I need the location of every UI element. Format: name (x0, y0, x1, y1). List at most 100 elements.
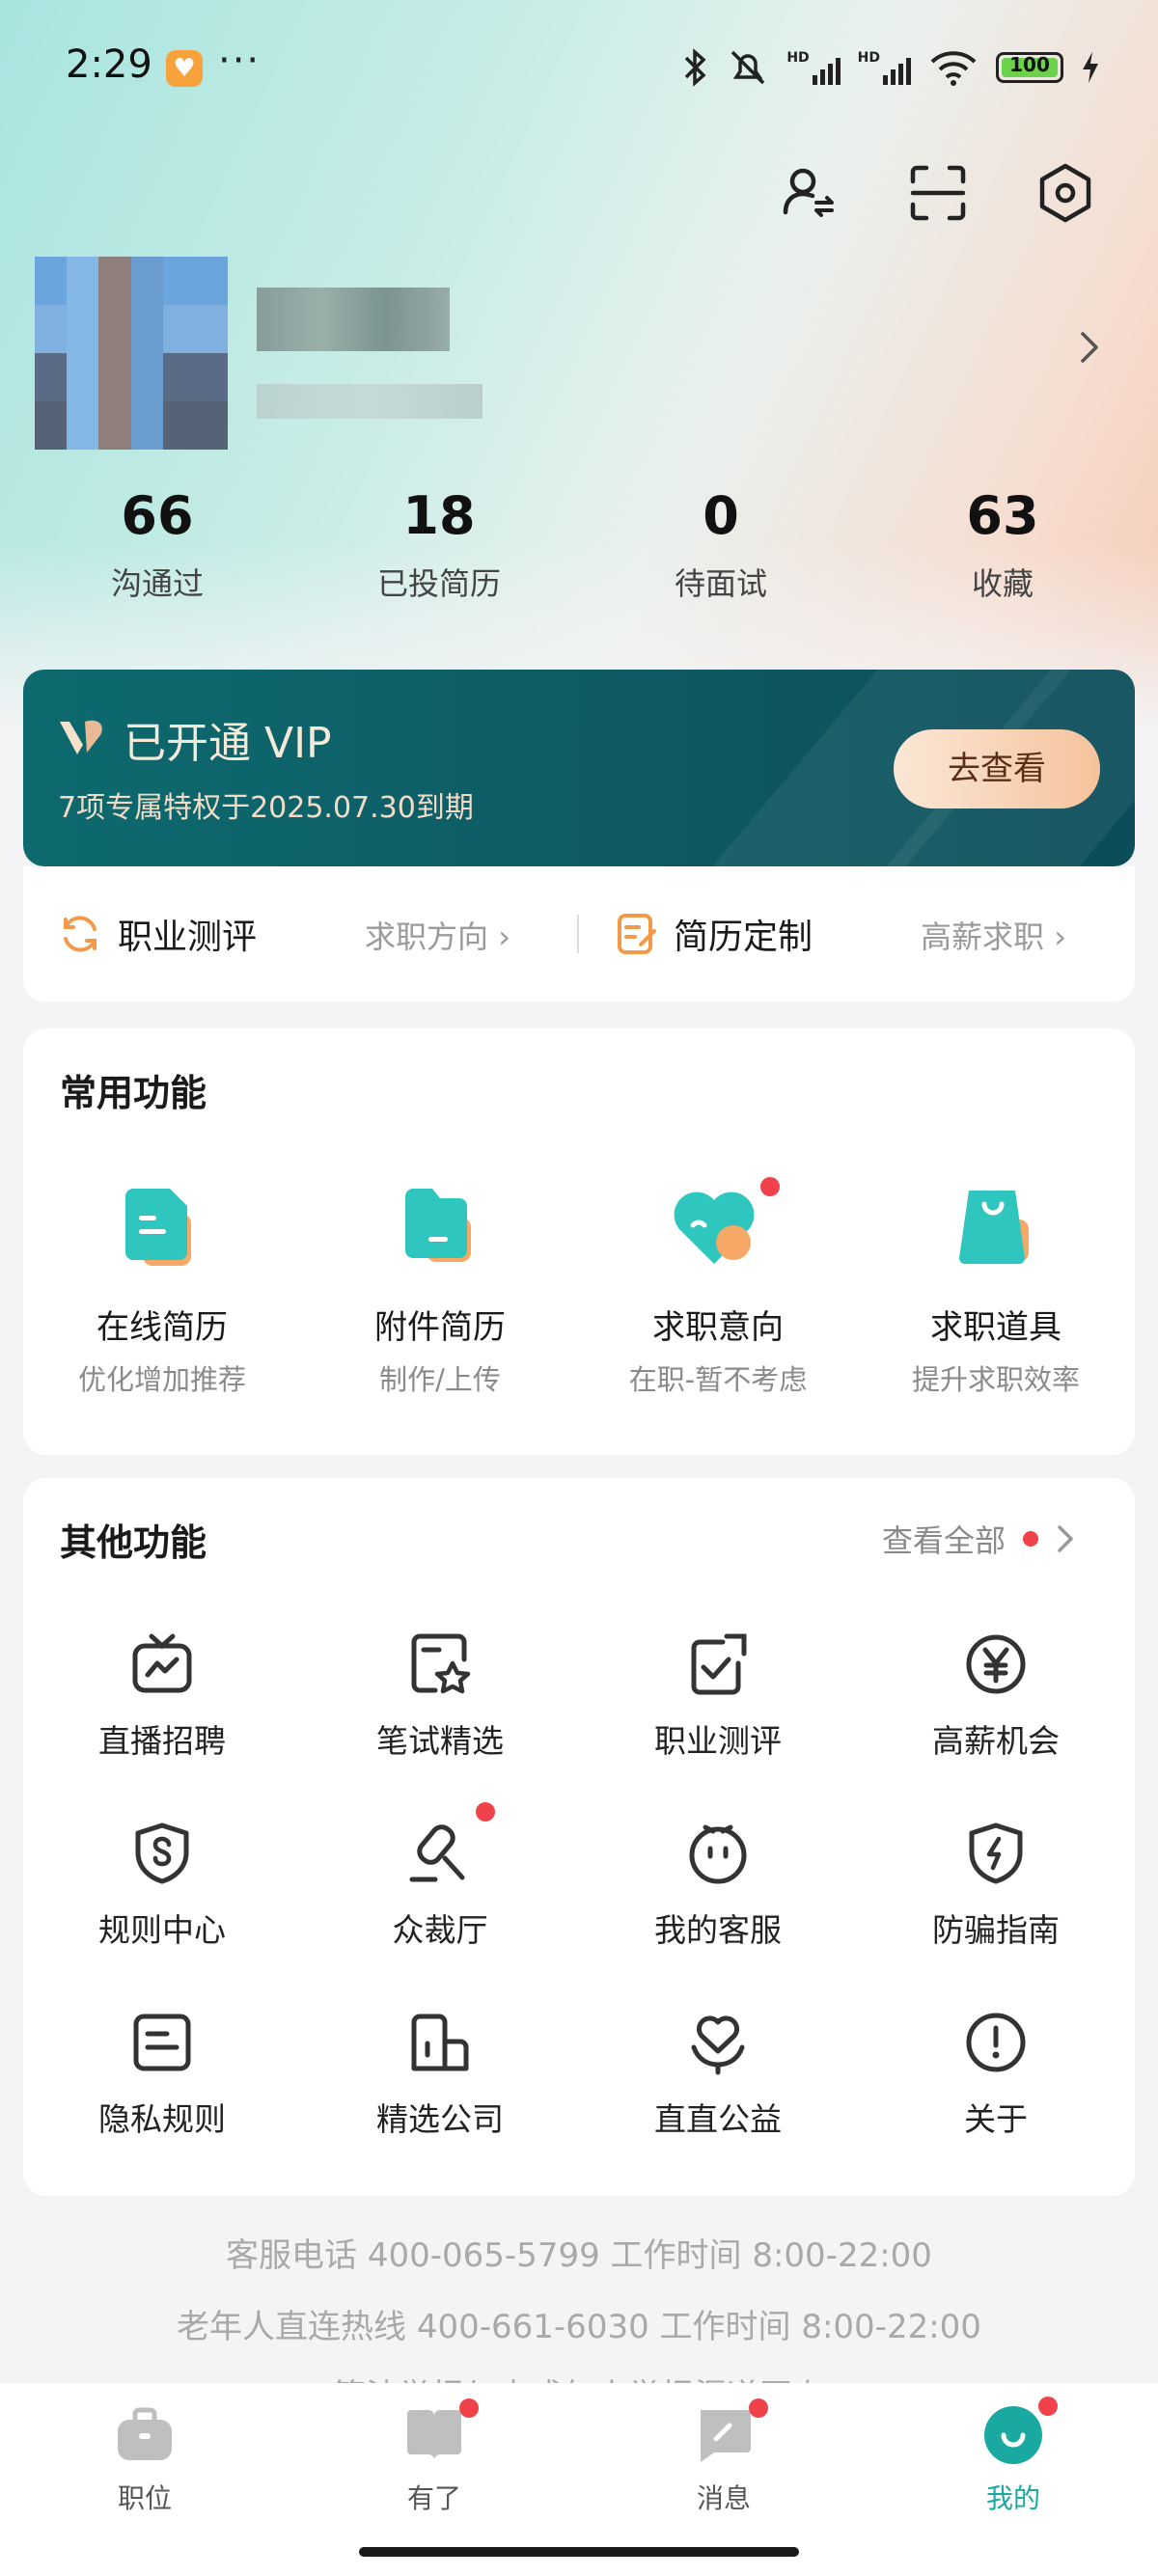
status-time: 2:29 (66, 42, 152, 87)
tab-jobs[interactable]: 职位 (48, 2404, 241, 2516)
vip-view-button[interactable]: 去查看 (894, 729, 1100, 808)
stat-favorites[interactable]: 63 收藏 (862, 482, 1144, 604)
shopping-bag-icon (959, 1191, 1029, 1264)
privacy-rules-item[interactable]: 隐私规则 (23, 2009, 301, 2140)
job-intention-item[interactable]: 求职意向 在职-暂不考虑 (579, 1177, 857, 1398)
customer-service-item[interactable]: 我的客服 (579, 1820, 857, 1951)
item-label: 关于 (964, 2100, 1028, 2138)
chevron-right-icon (1058, 1525, 1073, 1552)
service-face-icon (689, 1824, 747, 1884)
job-tools-item[interactable]: 求职道具 提升求职效率 (857, 1183, 1135, 1398)
item-label: 求职道具 (930, 1308, 1062, 1347)
shield-bolt-icon (969, 1822, 1023, 1884)
elderly-hotline-text: 老年人直连热线 400-661-6030 工作时间 8:00-22:00 (177, 2308, 981, 2346)
quick-link-hint-text: 求职方向 (365, 918, 489, 955)
item-label: 规则中心 (98, 1911, 226, 1949)
quick-link-hint[interactable]: 求职方向 › (365, 913, 510, 957)
stat-interviews[interactable]: 0 待面试 (580, 482, 862, 604)
tab-messages[interactable]: 消息 (627, 2398, 820, 2516)
see-all-label: 查看全部 (881, 1522, 1006, 1559)
quick-link-hint[interactable]: 高薪求职 › (921, 913, 1066, 957)
tab-label: 消息 (696, 2482, 751, 2514)
live-recruit-item[interactable]: 直播招聘 (23, 1631, 301, 1762)
tab-mine[interactable]: 我的 (917, 2397, 1110, 2516)
settings-icon[interactable] (1034, 162, 1096, 224)
stat-applied[interactable]: 18 已投简历 (298, 482, 580, 604)
more-notifications-icon: ··· (218, 39, 262, 83)
online-resume-item[interactable]: 在线简历 优化增加推荐 (23, 1183, 301, 1398)
arbitration-hall-item[interactable]: 众裁厅 (301, 1802, 579, 1951)
about-item[interactable]: 关于 (857, 2009, 1135, 2140)
chevron-right-icon[interactable] (1075, 328, 1104, 367)
star-doc-icon (411, 1633, 471, 1694)
heart-intention-icon (674, 1192, 755, 1264)
battery-percent: 100 (1009, 53, 1050, 76)
vip-title: 已开通 VIP (124, 719, 332, 768)
quick-links: 职业测评 求职方向 › 简历定制 高薪求职 › (23, 866, 1135, 1001)
notification-dot (1023, 1531, 1038, 1547)
item-label: 职业测评 (654, 1722, 782, 1760)
message-icon (701, 2410, 751, 2462)
stat-value: 66 (121, 485, 194, 546)
battery-icon: 100 (996, 52, 1063, 83)
service-phone-text: 客服电话 400-065-5799 工作时间 8:00-22:00 (226, 2236, 932, 2275)
yen-icon (966, 1634, 1026, 1694)
stat-label: 沟通过 (110, 565, 204, 602)
career-test-item[interactable]: 职业测评 (579, 1631, 857, 1762)
vip-banner[interactable]: 已开通 VIP 7项专属特权于2025.07.30到期 去查看 (23, 670, 1135, 866)
notification-dot (476, 1802, 495, 1822)
quick-link-title: 简历定制 (674, 918, 813, 957)
switch-identity-icon[interactable] (778, 162, 840, 224)
book-icon (407, 2410, 461, 2460)
briefcase-icon (118, 2407, 172, 2460)
notification-dot (760, 1177, 780, 1196)
notification-dot (459, 2398, 479, 2418)
profile-subtitle-blurred (257, 384, 482, 419)
scan-icon[interactable] (907, 162, 969, 224)
tab-youle[interactable]: 有了 (338, 2398, 531, 2516)
stat-value: 18 (402, 485, 476, 546)
section-title: 其他功能 (60, 1521, 207, 1564)
item-label: 笔试精选 (376, 1722, 504, 1760)
stat-label: 待面试 (674, 565, 767, 602)
item-label: 高薪机会 (932, 1722, 1060, 1760)
common-functions-card: 常用功能 在线简历 优化增加推荐 附件简历 制作/上传 求职意向 在职-暂不考虑 (23, 1028, 1135, 1455)
tv-icon (132, 1633, 192, 1693)
smile-face-icon (984, 2406, 1042, 2464)
signal-2-icon: HD (858, 50, 911, 85)
featured-company-item[interactable]: 精选公司 (301, 2009, 579, 2140)
item-label: 防骗指南 (932, 1911, 1060, 1949)
home-indicator[interactable] (359, 2547, 799, 2557)
item-subtitle: 制作/上传 (379, 1363, 501, 1396)
charity-item[interactable]: 直直公益 (579, 2009, 857, 2140)
status-icons: HD HD 100 (680, 48, 1100, 87)
profile-name-blurred[interactable] (257, 288, 450, 351)
status-bar: 2:29 ♥ ··· HD HD 100 (0, 0, 1158, 135)
career-assessment-link[interactable]: 职业测评 (58, 866, 257, 1001)
heart-hand-icon (691, 2015, 745, 2075)
item-label: 隐私规则 (98, 2100, 226, 2138)
gavel-icon (409, 1824, 465, 1882)
written-test-item[interactable]: 笔试精选 (301, 1631, 579, 1762)
see-all-link[interactable]: 查看全部 (882, 1517, 1079, 1561)
attachment-resume-item[interactable]: 附件简历 制作/上传 (301, 1183, 579, 1398)
folder-resume-icon (405, 1189, 471, 1262)
edit-doc-icon (618, 914, 656, 954)
item-label: 求职意向 (652, 1308, 784, 1347)
quick-link-title: 职业测评 (118, 918, 258, 957)
vip-logo-icon (60, 720, 102, 754)
avatar[interactable] (35, 257, 228, 450)
rules-center-item[interactable]: 规则中心 (23, 1820, 301, 1951)
quick-link-hint-text: 高薪求职 (921, 918, 1045, 955)
anti-fraud-item[interactable]: 防骗指南 (857, 1820, 1135, 1951)
item-subtitle: 在职-暂不考虑 (628, 1363, 808, 1396)
vip-subtitle: 7项专属特权于2025.07.30到期 (58, 791, 474, 825)
building-icon (411, 2014, 469, 2071)
stat-communicated[interactable]: 66 沟通过 (16, 482, 298, 604)
privacy-doc-icon (133, 2014, 191, 2071)
tab-label: 职位 (117, 2482, 172, 2514)
item-label: 众裁厅 (392, 1911, 488, 1949)
high-salary-item[interactable]: 高薪机会 (857, 1631, 1135, 1762)
other-functions-card: 其他功能 查看全部 直播招聘 笔试精选 职业测评 高薪机会 规则中心 众裁厅 我… (23, 1478, 1135, 2196)
resume-custom-link[interactable]: 简历定制 (616, 866, 813, 1001)
